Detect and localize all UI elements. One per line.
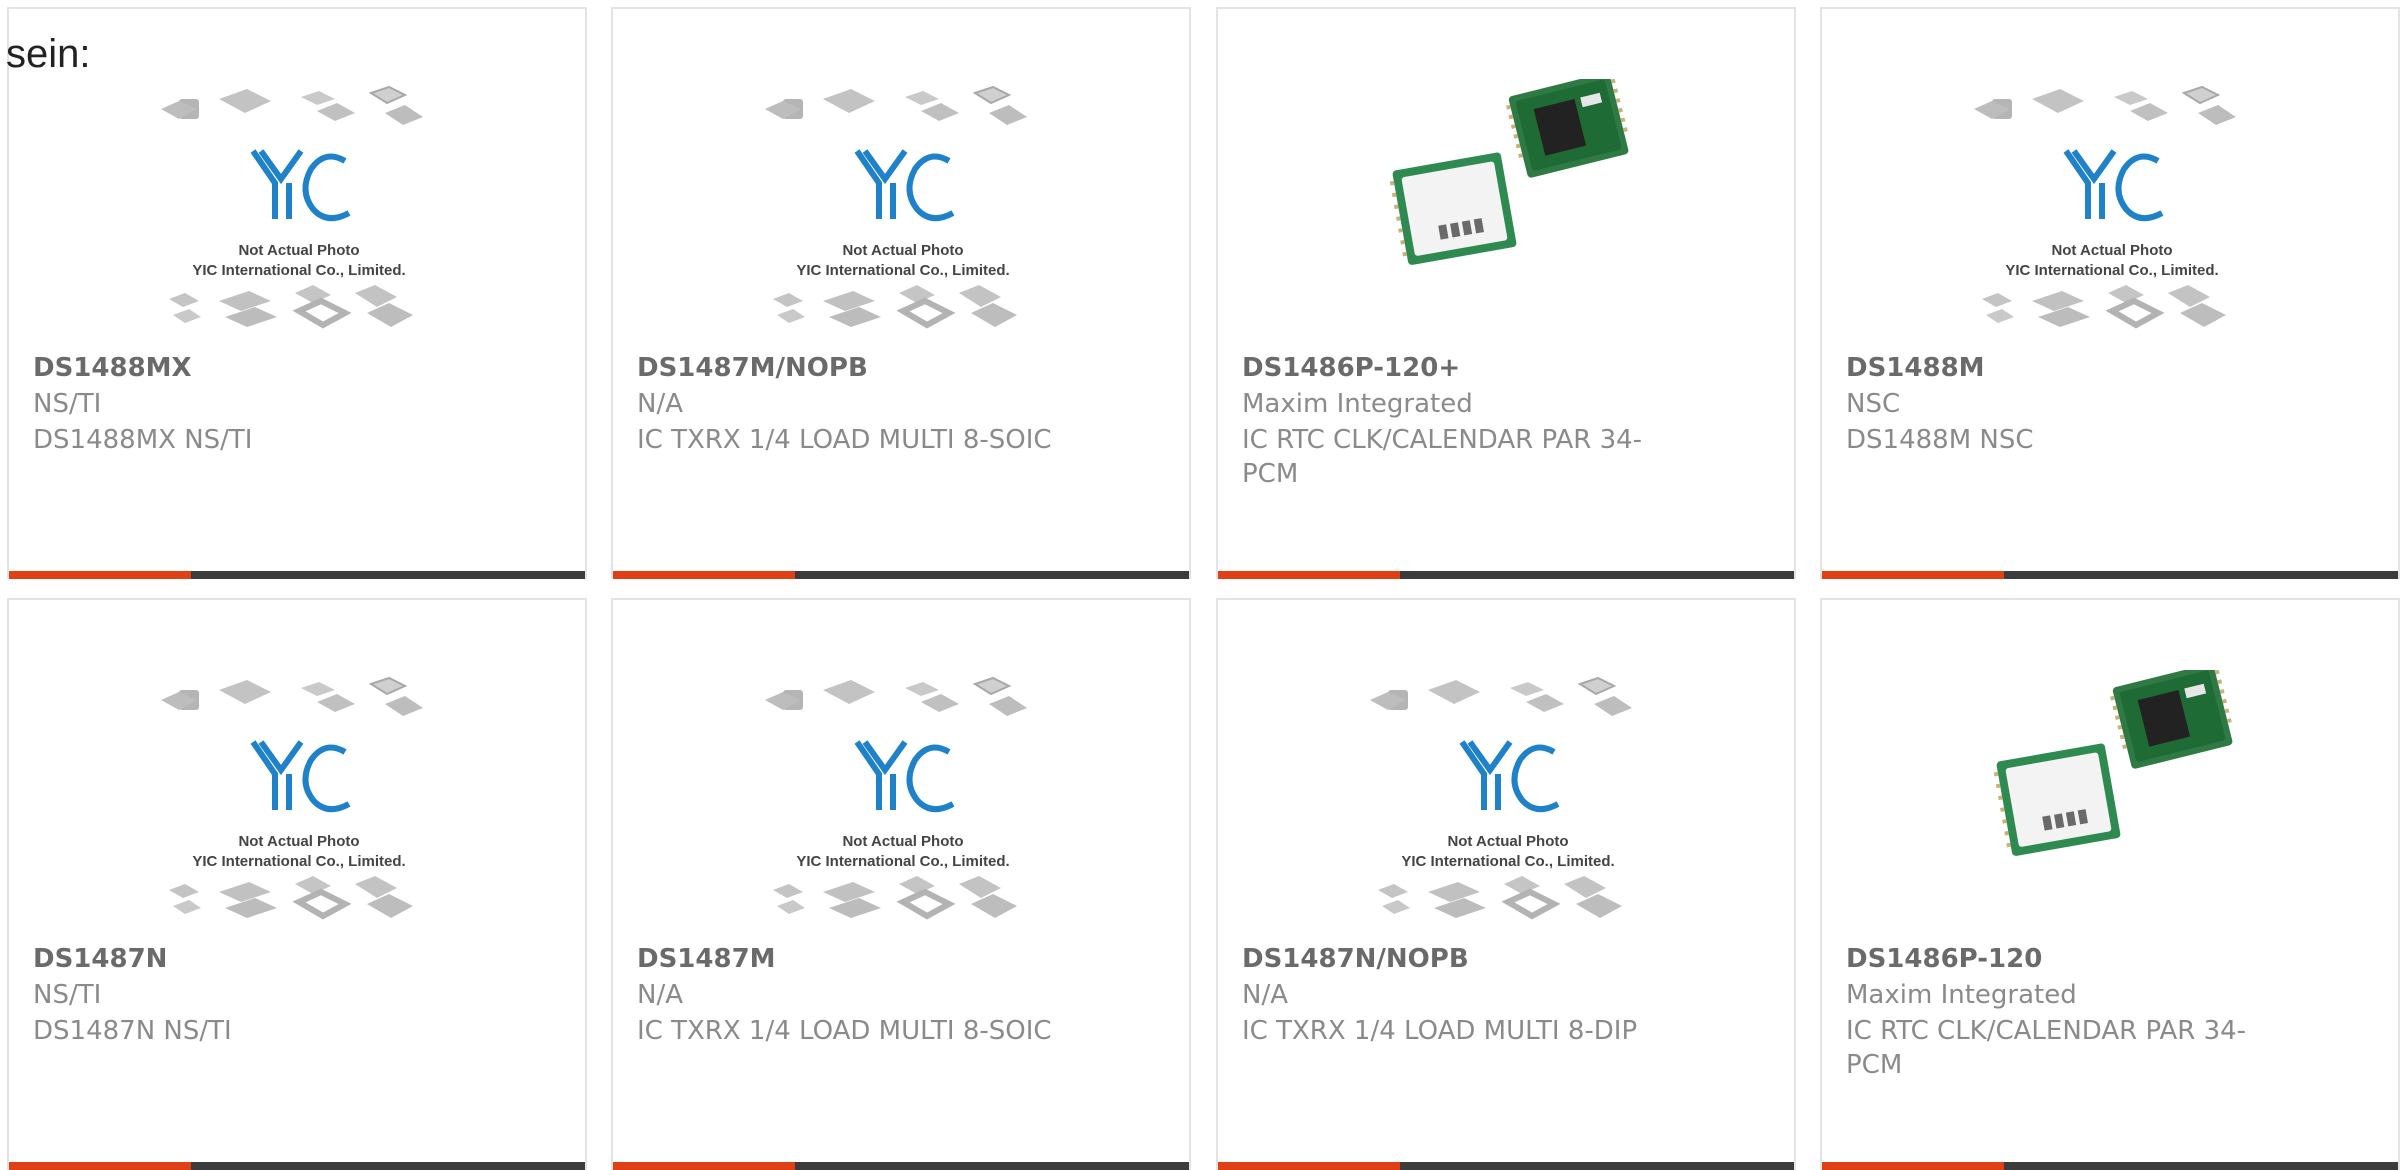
rtc-module-image [1992,670,2238,858]
photo-caption-line1: Not Actual Photo [842,833,963,850]
card-footer-bar [9,1162,585,1170]
product-card[interactable]: Not Actual Photo YIC International Co., … [1820,7,2400,579]
part-number-link[interactable]: DS1486P-120 [1846,944,2042,974]
card-footer-bar [1822,571,2398,579]
description: DS1488MX NS/TI [33,425,253,455]
part-number-link[interactable]: DS1487N [33,944,167,974]
part-number-link[interactable]: DS1486P-120+ [1242,353,1460,383]
part-number-link[interactable]: DS1488MX [33,353,192,383]
card-footer-bar [1218,571,1794,579]
yic-logo [253,742,349,810]
card-footer-bar [9,571,585,579]
photo-caption-line2: YIC International Co., Limited. [2005,262,2218,279]
card-footer-bar [613,571,1189,579]
yic-logo [1462,742,1558,810]
description: IC TXRX 1/4 LOAD MULTI 8-SOIC [637,425,1052,455]
product-photo[interactable] [1962,670,2262,940]
product-card[interactable]: Not Actual Photo YIC International Co., … [7,7,587,579]
card-accent-bar [613,1162,795,1170]
not-actual-photo-image[interactable]: Not Actual Photo YIC International Co., … [1358,670,1658,940]
card-accent-bar [1822,571,2004,579]
photo-caption-line2: YIC International Co., Limited. [1401,853,1614,870]
card-footer-bar [613,1162,1189,1170]
product-card[interactable]: Not Actual Photo YIC International Co., … [7,598,587,1170]
not-actual-photo-image[interactable]: Not Actual Photo YIC International Co., … [149,79,449,349]
manufacturer: Maxim Integrated [1242,389,1473,419]
manufacturer: Maxim Integrated [1846,980,2077,1010]
photo-caption-line2: YIC International Co., Limited. [796,853,1009,870]
part-number-link[interactable]: DS1487M [637,944,776,974]
card-accent-bar [613,571,795,579]
yic-logo [2066,151,2162,219]
description: IC RTC CLK/CALENDAR PAR 34-PCM [1846,1016,2247,1080]
photo-caption-line2: YIC International Co., Limited. [192,853,405,870]
not-actual-photo-image[interactable]: Not Actual Photo YIC International Co., … [149,670,449,940]
card-accent-bar [9,1162,191,1170]
part-number-link[interactable]: DS1487N/NOPB [1242,944,1469,974]
intro-text: sein: [6,32,91,76]
description: DS1488M NSC [1846,425,2034,455]
not-actual-photo-image[interactable]: Not Actual Photo YIC International Co., … [1962,79,2262,349]
photo-caption-line2: YIC International Co., Limited. [796,262,1009,279]
manufacturer: NSC [1846,389,1901,419]
description: DS1487N NS/TI [33,1016,232,1046]
card-accent-bar [1218,1162,1400,1170]
photo-caption-line1: Not Actual Photo [842,242,963,259]
description: IC RTC CLK/CALENDAR PAR 34-PCM [1242,425,1643,489]
card-footer-bar [1218,1162,1794,1170]
manufacturer: N/A [1242,980,1288,1010]
photo-caption-line1: Not Actual Photo [238,833,359,850]
photo-caption-line1: Not Actual Photo [238,242,359,259]
part-number-link[interactable]: DS1488M [1846,353,1985,383]
product-card[interactable]: Not Actual Photo YIC International Co., … [611,598,1191,1170]
yic-logo [857,742,953,810]
product-card[interactable]: DS1486P-120 Maxim Integrated IC RTC CLK/… [1820,598,2400,1170]
card-footer-bar [1822,1162,2398,1170]
not-actual-photo-image[interactable]: Not Actual Photo YIC International Co., … [753,670,1053,940]
manufacturer: N/A [637,980,683,1010]
photo-caption-line1: Not Actual Photo [1447,833,1568,850]
product-card[interactable]: DS1486P-120+ Maxim Integrated IC RTC CLK… [1216,7,1796,579]
not-actual-photo-image[interactable]: Not Actual Photo YIC International Co., … [753,79,1053,349]
photo-caption-line1: Not Actual Photo [2051,242,2172,259]
card-accent-bar [9,571,191,579]
yic-logo [253,151,349,219]
card-accent-bar [1822,1162,2004,1170]
product-card[interactable]: Not Actual Photo YIC International Co., … [611,7,1191,579]
product-card[interactable]: Not Actual Photo YIC International Co., … [1216,598,1796,1170]
card-accent-bar [1218,571,1400,579]
manufacturer: NS/TI [33,389,102,419]
description: IC TXRX 1/4 LOAD MULTI 8-SOIC [637,1016,1052,1046]
product-photo[interactable] [1358,79,1658,349]
part-number-link[interactable]: DS1487M/NOPB [637,353,868,383]
manufacturer: N/A [637,389,683,419]
description: IC TXRX 1/4 LOAD MULTI 8-DIP [1242,1016,1638,1046]
rtc-module-image [1388,79,1634,267]
manufacturer: NS/TI [33,980,102,1010]
photo-caption-line2: YIC International Co., Limited. [192,262,405,279]
yic-logo [857,151,953,219]
